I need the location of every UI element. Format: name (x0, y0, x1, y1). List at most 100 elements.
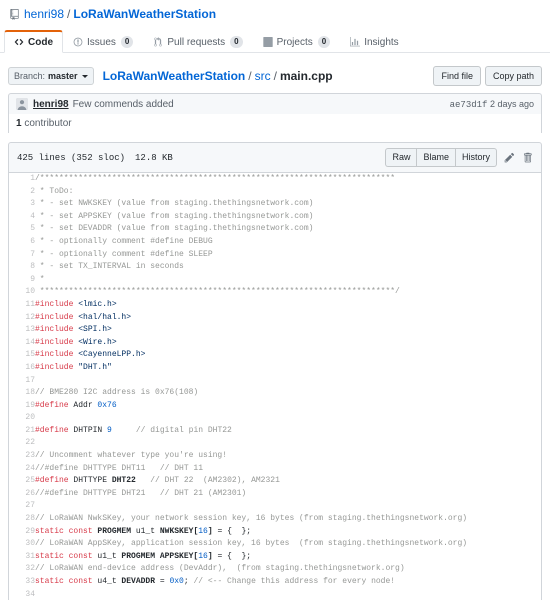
line-content: * (35, 274, 541, 287)
line-content: #include <lmic.h> (35, 299, 541, 312)
code-token: DEVADDR (121, 577, 156, 586)
breadcrumb-slash-2: / (273, 69, 277, 83)
line-number[interactable]: 29 (9, 526, 35, 539)
line-content (35, 500, 541, 513)
line-number[interactable]: 32 (9, 563, 35, 576)
line-number[interactable]: 5 (9, 223, 35, 236)
line-number[interactable]: 22 (9, 437, 35, 450)
branch-label: Branch: (14, 71, 46, 81)
pencil-icon[interactable] (504, 152, 515, 163)
code-viewer[interactable]: 1/**************************************… (8, 173, 542, 600)
code-line: 8 * - set TX_INTERVAL in seconds (9, 261, 541, 274)
line-number[interactable]: 19 (9, 400, 35, 413)
trash-icon[interactable] (522, 152, 533, 163)
line-number[interactable]: 9 (9, 274, 35, 287)
line-number[interactable]: 26 (9, 488, 35, 501)
code-line: 9 * (9, 274, 541, 287)
line-content: * - optionally comment #define SLEEP (35, 249, 541, 262)
code-token: // Uncomment whatever type you're using! (35, 451, 228, 461)
code-token: = (155, 577, 170, 586)
line-number[interactable]: 18 (9, 387, 35, 400)
line-number[interactable]: 1 (9, 173, 35, 186)
line-number[interactable]: 8 (9, 261, 35, 274)
commit-sha[interactable]: ae73d1f (450, 100, 488, 110)
tab-projects[interactable]: Projects 0 (253, 30, 341, 53)
tab-code[interactable]: Code (4, 30, 63, 53)
code-token: "DHT.h" (78, 362, 112, 372)
code-token: Addr (68, 400, 98, 410)
line-number[interactable]: 3 (9, 198, 35, 211)
code-token: ; (183, 577, 194, 586)
tab-issues[interactable]: Issues 0 (63, 30, 143, 53)
line-number[interactable]: 21 (9, 425, 35, 438)
line-number[interactable]: 4 (9, 211, 35, 224)
commit-meta: ae73d1f 2 days ago (450, 99, 534, 110)
blame-button[interactable]: Blame (416, 148, 456, 167)
line-content: #define Addr 0x76 (35, 400, 541, 413)
line-number[interactable]: 7 (9, 249, 35, 262)
line-number[interactable]: 33 (9, 576, 35, 589)
line-number[interactable]: 34 (9, 589, 35, 600)
commit-author-link[interactable]: henri98 (33, 99, 69, 110)
code-token: * - set DEVADDR (value from staging.thet… (35, 224, 314, 234)
code-token: #define (35, 476, 69, 486)
line-number[interactable]: 30 (9, 538, 35, 551)
raw-button[interactable]: Raw (385, 148, 418, 167)
code-token: #define (35, 400, 69, 410)
line-content: static const u4_t DEVADDR = 0x0; // <-- … (35, 576, 541, 589)
line-number[interactable]: 14 (9, 337, 35, 350)
line-number[interactable]: 6 (9, 236, 35, 249)
breadcrumb-repo[interactable]: LoRaWanWeatherStation (103, 69, 246, 83)
history-button[interactable]: History (454, 148, 497, 167)
repo-header: henri98 / LoRaWanWeatherStation (0, 0, 550, 22)
code-token: * - optionally comment #define SLEEP (35, 249, 213, 259)
breadcrumb-slash-1: / (248, 69, 252, 83)
line-number[interactable]: 2 (9, 186, 35, 199)
commit-message[interactable]: Few commends added (73, 99, 450, 110)
line-number[interactable]: 20 (9, 412, 35, 425)
breadcrumb-folder[interactable]: src (255, 69, 271, 83)
tab-pull-requests[interactable]: Pull requests 0 (143, 30, 252, 53)
line-number[interactable]: 25 (9, 475, 35, 488)
line-number[interactable]: 31 (9, 551, 35, 564)
code-token: DHTPIN (68, 425, 108, 435)
line-number[interactable]: 11 (9, 299, 35, 312)
line-number[interactable]: 12 (9, 312, 35, 325)
line-content: #define DHTTYPE DHT22 // DHT 22 (AM2302)… (35, 475, 541, 488)
line-number[interactable]: 15 (9, 349, 35, 362)
code-line: 2 * ToDo: (9, 186, 541, 199)
code-line: 15 #include <CayenneLPP.h> (9, 349, 541, 362)
repo-owner-link[interactable]: henri98 (24, 6, 64, 22)
code-token: * (35, 274, 45, 284)
line-number[interactable]: 10 (9, 286, 35, 299)
tab-insights[interactable]: Insights (340, 30, 408, 53)
line-number[interactable]: 28 (9, 513, 35, 526)
code-token: <SPI.h> (78, 325, 112, 335)
copy-path-button[interactable]: Copy path (484, 66, 542, 86)
tab-projects-count: 0 (317, 36, 331, 48)
code-line: 33 static const u4_t DEVADDR = 0x0; // <-… (9, 576, 541, 589)
find-file-button[interactable]: Find file (433, 66, 481, 86)
repo-title: henri98 / LoRaWanWeatherStation (8, 6, 542, 22)
line-number[interactable]: 16 (9, 362, 35, 375)
line-number[interactable]: 23 (9, 450, 35, 463)
code-token: // DHT 22 (AM2302), AM2321 (150, 476, 280, 486)
code-line: 14 #include <Wire.h> (9, 337, 541, 350)
code-line: 30// LoRaWAN AppSKey, application sessio… (9, 538, 541, 551)
code-token: <Wire.h> (78, 337, 117, 347)
line-content: ****************************************… (35, 286, 541, 299)
line-content: * - optionally comment #define DEBUG (35, 236, 541, 249)
repo-name-link[interactable]: LoRaWanWeatherStation (73, 6, 216, 22)
tab-code-label: Code (28, 36, 53, 48)
code-line: 29 static const PROGMEM u1_t NWKSKEY[16] … (9, 526, 541, 539)
line-number[interactable]: 17 (9, 375, 35, 388)
branch-selector[interactable]: Branch: master (8, 67, 94, 85)
contributors-count: 1 (16, 118, 22, 129)
git-pull-request-icon (153, 37, 163, 47)
line-content: static const PROGMEM u1_t NWKSKEY[16] = … (35, 526, 541, 539)
contributors-bar[interactable]: 1 contributor (8, 114, 542, 133)
line-number[interactable]: 24 (9, 463, 35, 476)
code-token: PROGMEM (97, 526, 132, 536)
line-number[interactable]: 27 (9, 500, 35, 513)
line-number[interactable]: 13 (9, 324, 35, 337)
